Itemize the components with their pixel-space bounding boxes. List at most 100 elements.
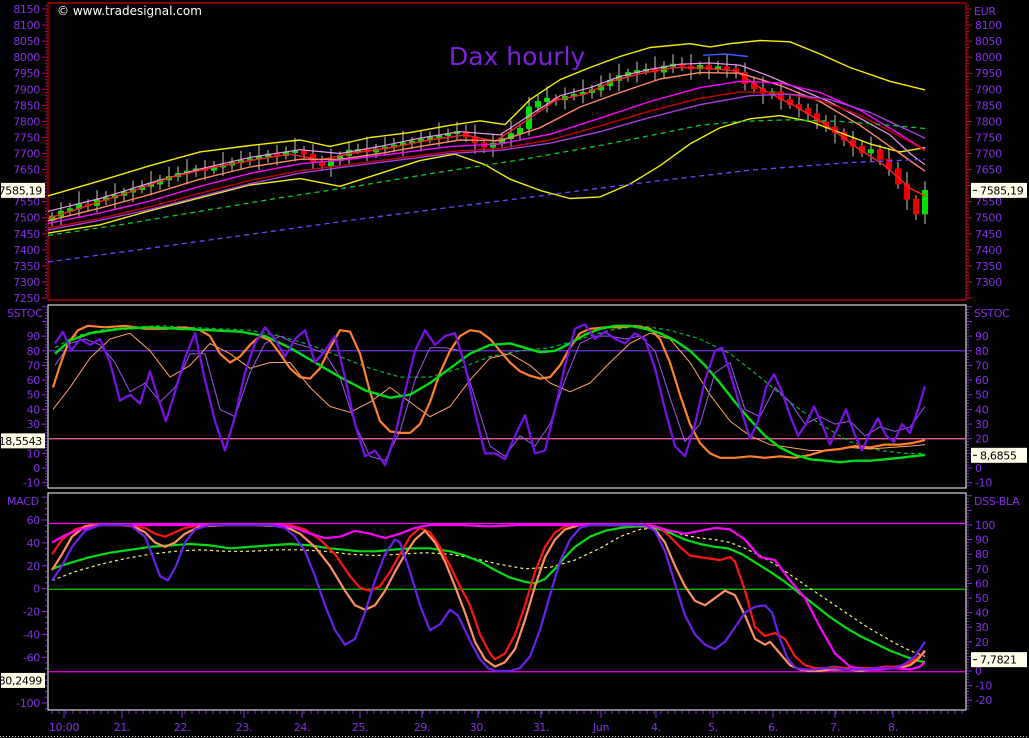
y-axis-tick-label: 20 xyxy=(975,433,989,446)
y-axis-tick-label: 80 xyxy=(975,345,989,358)
x-axis-tick-label: 10:00 xyxy=(49,721,80,734)
y-axis-tick-label: 100 xyxy=(975,519,995,532)
y-axis-tick-label: 20 xyxy=(975,636,989,649)
axis-title-macd: MACD xyxy=(7,495,39,508)
x-axis-tick-label: 30. xyxy=(470,721,487,734)
candle-body-up xyxy=(923,190,928,213)
y-axis-tick-label: 7650 xyxy=(13,164,40,177)
axis-title-sstoc: SSTOC xyxy=(7,307,43,320)
series-ma-red-slow xyxy=(48,92,925,228)
candle-body-down xyxy=(914,199,919,214)
y-axis-tick-label: 7400 xyxy=(975,244,1002,257)
y-axis-tick-label: 50 xyxy=(975,389,989,402)
y-axis-tick-label: 7900 xyxy=(975,83,1002,96)
x-axis-tick-label: 25. xyxy=(352,721,369,734)
series-stoch-green-thick xyxy=(55,326,925,462)
y-axis-tick-label: 7250 xyxy=(13,292,40,305)
y-axis-tick-label: 30 xyxy=(975,418,989,431)
x-axis-tick-label: 5. xyxy=(708,721,718,734)
series-ma-violet xyxy=(48,94,925,230)
y-axis-tick-label: -20 xyxy=(975,694,992,707)
chart-title: Dax hourly xyxy=(449,42,585,71)
y-axis-tick-label: 90 xyxy=(27,330,41,343)
x-axis-tick-label: 8. xyxy=(888,721,898,734)
axis-title-sstoc: SSTOC xyxy=(974,307,1010,320)
y-axis-tick-label: -10 xyxy=(23,477,40,490)
y-axis-tick-label: 8000 xyxy=(975,51,1002,64)
candle-body-up xyxy=(536,101,541,106)
y-axis-tick-label: 60 xyxy=(975,374,989,387)
x-axis-tick-label: 21. xyxy=(114,721,131,734)
y-axis-tick-label: 7350 xyxy=(975,260,1002,273)
candle-body-up xyxy=(869,150,874,153)
x-axis-tick-label: 31. xyxy=(533,721,550,734)
y-axis-tick-label: 7950 xyxy=(975,67,1002,80)
x-axis-tick-label: 6. xyxy=(768,721,778,734)
y-axis-tick-label: 40 xyxy=(975,403,989,416)
y-axis-tick-label: 50 xyxy=(27,389,41,402)
y-axis-tick-label: 7700 xyxy=(975,148,1002,161)
y-axis-tick-label: 8000 xyxy=(13,51,40,64)
y-axis-tick-label: 40 xyxy=(27,537,41,550)
x-axis-tick-label: Jun xyxy=(592,721,610,734)
y-axis-tick-label: 7900 xyxy=(13,83,40,96)
y-axis-tick-label: 7350 xyxy=(13,260,40,273)
y-axis-tick-label: 60 xyxy=(27,374,41,387)
series-ma-pink xyxy=(48,63,925,211)
y-axis-tick-label: 7750 xyxy=(975,131,1002,144)
y-axis-tick-label: 50 xyxy=(975,592,989,605)
panel-sstoc: 90807060504030100-10SSTOC18,554390807060… xyxy=(0,305,1027,490)
y-axis-tick-label: 70 xyxy=(975,563,989,576)
current-value-label: 8,6855 xyxy=(980,449,1017,462)
y-axis-tick-label: 20 xyxy=(27,560,41,573)
candle-body-up xyxy=(545,98,550,101)
y-axis-tick-label: 7450 xyxy=(13,228,40,241)
current-value-label: 7585,19 xyxy=(980,184,1024,197)
y-axis-tick-label: 70 xyxy=(27,359,41,372)
chart-canvas[interactable]: 8150810080508000795079007850780077507700… xyxy=(0,0,1029,738)
y-axis-tick-label: -10 xyxy=(975,680,992,693)
y-axis-tick-label: 7500 xyxy=(975,212,1002,225)
series-ma-green-dashed xyxy=(48,120,925,236)
y-axis-tick-label: 7950 xyxy=(13,67,40,80)
y-axis-tick-label: 7850 xyxy=(975,99,1002,112)
current-value-label: -80,2499 xyxy=(0,674,42,687)
axis-title-dss-bla: DSS-BLA xyxy=(974,495,1020,508)
current-value-label: 18,5543 xyxy=(0,435,42,448)
candle-body-down xyxy=(320,162,325,165)
candle-body-down xyxy=(302,151,307,154)
y-axis-tick-label: 7850 xyxy=(13,99,40,112)
y-axis-tick-label: 40 xyxy=(975,607,989,620)
copyright-text: © www.tradesignal.com xyxy=(57,4,202,18)
y-axis-tick-label: 7300 xyxy=(975,276,1002,289)
current-value-label: 7,7821 xyxy=(980,654,1017,667)
y-axis-tick-label: 7450 xyxy=(975,228,1002,241)
series-ma-blue xyxy=(703,54,748,57)
x-axis-tick-label: 24. xyxy=(294,721,311,734)
current-value-label: 7585,19 xyxy=(0,184,42,197)
axis-title-eur: EUR xyxy=(974,5,996,18)
y-axis-tick-label: 80 xyxy=(975,548,989,561)
y-axis-tick-label: 30 xyxy=(27,418,41,431)
y-axis-tick-label: 7500 xyxy=(13,212,40,225)
y-axis-tick-label: 0 xyxy=(33,462,40,475)
y-axis-tick-label: -60 xyxy=(23,651,40,664)
y-axis-tick-label: -40 xyxy=(23,628,40,641)
panel-macd-dss: 6040200-20-40-60-100MACD-80,249910090807… xyxy=(0,493,1027,710)
y-axis-tick-label: 30 xyxy=(975,621,989,634)
y-axis-tick-label: 8100 xyxy=(13,19,40,32)
y-axis-tick-label: 7750 xyxy=(13,131,40,144)
tradesignal-chart-window: 8150810080508000795079007850780077507700… xyxy=(0,0,1029,738)
y-axis-tick-label: 7800 xyxy=(975,115,1002,128)
y-axis-tick-label: -10 xyxy=(975,477,992,490)
x-axis-tick-label: 23. xyxy=(236,721,253,734)
y-axis-tick-label: 7800 xyxy=(13,115,40,128)
y-axis-tick-label: 60 xyxy=(975,577,989,590)
y-axis-tick-label: 40 xyxy=(27,403,41,416)
y-axis-tick-label: 8050 xyxy=(13,35,40,48)
y-axis-tick-label: 7700 xyxy=(13,148,40,161)
y-axis-tick-label: 10 xyxy=(27,447,41,460)
y-axis-tick-label: 80 xyxy=(27,345,41,358)
y-axis-tick-label: 0 xyxy=(33,583,40,596)
y-axis-tick-label: 7650 xyxy=(975,164,1002,177)
